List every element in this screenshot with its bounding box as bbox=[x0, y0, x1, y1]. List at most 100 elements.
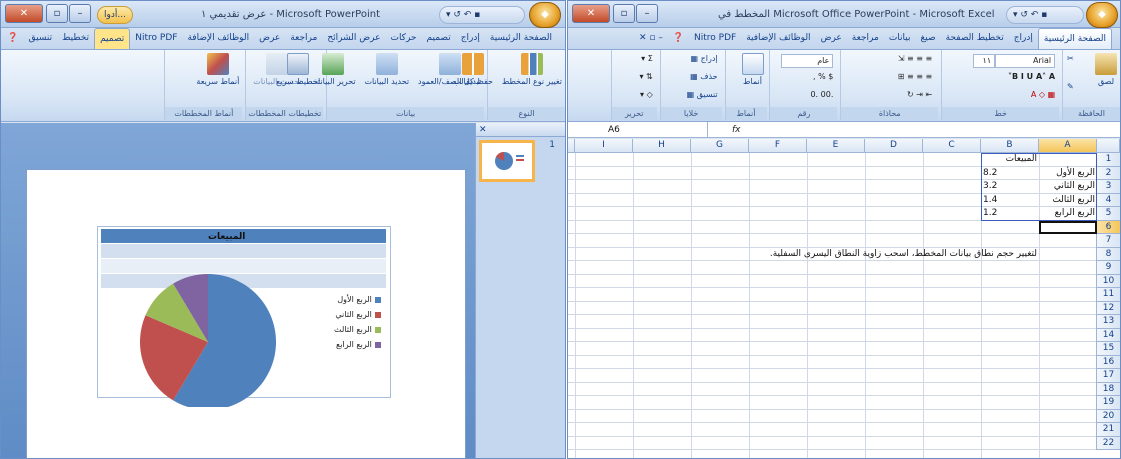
ppt-minimize-button[interactable]: – bbox=[69, 4, 91, 23]
row-header[interactable]: 11 bbox=[1096, 288, 1120, 302]
change-chart-type-button[interactable]: تغيير نوع المخطط bbox=[502, 53, 562, 87]
pie-chart[interactable] bbox=[108, 237, 308, 407]
row-header[interactable]: 9 bbox=[1096, 261, 1120, 275]
row-header[interactable]: 20 bbox=[1096, 409, 1120, 423]
column-header[interactable]: F bbox=[749, 139, 807, 153]
column-header[interactable]: D bbox=[865, 139, 923, 153]
chart-legend[interactable]: الربع الأول الربع الثاني الربع الثالث ال… bbox=[334, 292, 381, 352]
format-cells-button[interactable]: تنسيق ▦ bbox=[687, 90, 718, 99]
chart-frame[interactable]: المبيعات الربع الأول الربع الثاني الربع … bbox=[97, 226, 391, 407]
xl-tab-insert[interactable]: إدراج bbox=[1009, 28, 1038, 49]
ppt-tab-insert[interactable]: إدراج bbox=[456, 28, 485, 49]
row-header[interactable]: 3 bbox=[1096, 180, 1120, 194]
font-color-buttons[interactable]: ▦ ◇ A bbox=[1031, 90, 1055, 99]
worksheet-grid[interactable]: A B C D E F G H I 1 2 3 4 5 6 7 8 9 10 11 12 13 14 15 16 17 18 19 20… bbox=[568, 139, 1120, 458]
row-header[interactable]: 6 bbox=[1096, 220, 1120, 234]
ppt-tab-chart-layout[interactable]: تخطيط bbox=[57, 28, 94, 49]
help-icon[interactable]: ❓ bbox=[668, 28, 689, 49]
ppt-close-button[interactable]: ✕ bbox=[5, 4, 43, 23]
row-header[interactable]: 16 bbox=[1096, 355, 1120, 369]
quick-styles-button[interactable]: أنماط سريعة bbox=[196, 53, 239, 87]
close-pane-icon[interactable]: ✕ bbox=[479, 125, 487, 135]
xl-maximize-button[interactable]: ▫ bbox=[613, 4, 635, 23]
row-header[interactable]: 17 bbox=[1096, 369, 1120, 383]
slide-canvas[interactable]: المبيعات الربع الأول الربع الثاني الربع … bbox=[26, 169, 466, 458]
ppt-maximize-button[interactable]: ▫ bbox=[46, 4, 68, 23]
row-header[interactable]: 21 bbox=[1096, 423, 1120, 437]
row-header[interactable]: 12 bbox=[1096, 301, 1120, 315]
font-name-field[interactable]: Arial bbox=[995, 54, 1056, 68]
indent-buttons[interactable]: ⇤ ⇥ ↻ bbox=[907, 90, 932, 99]
xl-tab-page-layout[interactable]: تخطيط الصفحة bbox=[941, 28, 1009, 49]
active-cell-a6[interactable] bbox=[1039, 220, 1097, 234]
ppt-tab-chart-design[interactable]: تصميم bbox=[94, 28, 131, 49]
ppt-tab-view[interactable]: عرض bbox=[254, 28, 285, 49]
switch-row-column-button[interactable]: تبديل الصف/العمود bbox=[418, 53, 481, 87]
column-header[interactable]: A bbox=[1039, 139, 1097, 153]
format-painter-icon[interactable]: ✎ bbox=[1067, 82, 1074, 91]
row-header[interactable]: 22 bbox=[1096, 436, 1120, 450]
select-all-corner[interactable] bbox=[1096, 139, 1120, 153]
sort-filter-button[interactable]: ⇅ ▾ bbox=[639, 72, 652, 81]
xl-office-button[interactable]: ◆ bbox=[1086, 2, 1118, 28]
xl-quick-access-toolbar[interactable]: ▾ ↺ ↶ ▪ bbox=[1006, 6, 1084, 24]
row-header[interactable]: 1 bbox=[1096, 153, 1120, 167]
number-style-buttons[interactable]: $ % , bbox=[813, 72, 833, 81]
ppt-quick-access-toolbar[interactable]: ▾ ↺ ↶ ▪ bbox=[439, 6, 525, 24]
delete-cells-button[interactable]: حذف ▦ bbox=[690, 72, 718, 81]
ppt-tab-slideshow[interactable]: عرض الشرائح bbox=[322, 28, 385, 49]
decimal-buttons[interactable]: .00 .0 bbox=[810, 90, 833, 99]
xl-close-button[interactable]: ✕ bbox=[572, 4, 610, 23]
xl-tab-view[interactable]: عرض bbox=[816, 28, 847, 49]
fx-icon[interactable]: fx bbox=[732, 122, 741, 138]
slide-thumbnail[interactable] bbox=[479, 140, 535, 182]
chart-tools-context-tab[interactable]: أدوا... bbox=[97, 6, 133, 24]
ppt-tab-review[interactable]: مراجعة bbox=[285, 28, 322, 49]
row-header[interactable]: 2 bbox=[1096, 166, 1120, 180]
column-header[interactable]: B bbox=[981, 139, 1039, 153]
alignment-top-buttons[interactable]: ≡ ≡ ≡ ⇲ bbox=[898, 54, 932, 63]
ppt-tab-design[interactable]: تصميم bbox=[422, 28, 456, 49]
xl-minimize-button[interactable]: – bbox=[636, 4, 658, 23]
column-header[interactable]: E bbox=[807, 139, 865, 153]
ppt-tab-home[interactable]: الصفحة الرئيسية bbox=[485, 28, 557, 49]
alignment-horizontal-buttons[interactable]: ≡ ≡ ≡ ⊞ bbox=[898, 72, 932, 81]
clear-button[interactable]: ◇ ▾ bbox=[640, 90, 653, 99]
xl-tab-nitro[interactable]: Nitro PDF bbox=[689, 28, 741, 49]
row-header[interactable]: 10 bbox=[1096, 274, 1120, 288]
column-header[interactable]: I bbox=[575, 139, 633, 153]
font-size-field[interactable]: ١١ bbox=[973, 54, 996, 68]
xl-tab-review[interactable]: مراجعة bbox=[847, 28, 884, 49]
row-header[interactable]: 14 bbox=[1096, 328, 1120, 342]
column-header[interactable]: H bbox=[633, 139, 691, 153]
xl-tab-home[interactable]: الصفحة الرئيسية bbox=[1037, 28, 1112, 49]
xl-tab-addins[interactable]: الوظائف الإضافية bbox=[741, 28, 815, 49]
ppt-tab-chart-format[interactable]: تنسيق bbox=[24, 28, 57, 49]
row-header[interactable]: 15 bbox=[1096, 342, 1120, 356]
xl-tab-formulas[interactable]: صيغ bbox=[916, 28, 941, 49]
ribbon-minimize-icon[interactable]: – ▫ ✕ bbox=[634, 28, 668, 49]
quick-layout-button[interactable]: تخطيط سريع bbox=[276, 53, 320, 87]
styles-button[interactable]: أنماط bbox=[741, 53, 764, 87]
name-box[interactable]: A6 bbox=[568, 122, 708, 138]
font-style-buttons[interactable]: B I U A˄ A˅ bbox=[1008, 72, 1055, 81]
row-header[interactable]: 18 bbox=[1096, 382, 1120, 396]
select-data-button[interactable]: تحديد البيانات bbox=[364, 53, 409, 87]
ppt-tab-animations[interactable]: حركات bbox=[385, 28, 421, 49]
chart-data-range[interactable] bbox=[981, 153, 1097, 221]
xl-tab-data[interactable]: بيانات bbox=[884, 28, 916, 49]
ppt-tab-nitro[interactable]: Nitro PDF bbox=[130, 28, 182, 49]
column-header[interactable]: G bbox=[691, 139, 749, 153]
autosum-button[interactable]: Σ ▾ bbox=[641, 54, 653, 63]
row-header[interactable]: 5 bbox=[1096, 207, 1120, 221]
insert-cells-button[interactable]: إدراج ▦ bbox=[690, 54, 717, 63]
row-header[interactable]: 13 bbox=[1096, 315, 1120, 329]
cut-icon[interactable]: ✂ bbox=[1067, 54, 1074, 63]
row-header[interactable]: 7 bbox=[1096, 234, 1120, 248]
row-header[interactable]: 19 bbox=[1096, 396, 1120, 410]
ppt-office-button[interactable]: ◆ bbox=[529, 2, 561, 28]
paste-button[interactable]: لصق bbox=[1095, 53, 1117, 87]
row-header[interactable]: 8 bbox=[1096, 247, 1120, 261]
help-icon[interactable]: ❓ bbox=[2, 28, 23, 49]
ppt-tab-addins[interactable]: الوظائف الإضافة bbox=[182, 28, 254, 49]
